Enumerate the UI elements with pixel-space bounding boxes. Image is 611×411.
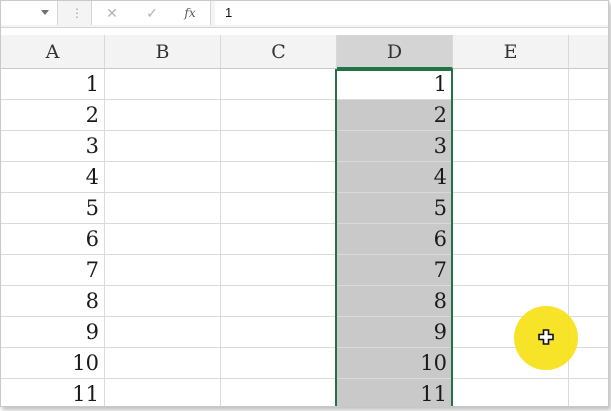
cell-c7[interactable] (221, 255, 337, 286)
cell-f11[interactable] (569, 379, 608, 406)
formula-buttons: ✕ ✓ fx (91, 1, 211, 25)
cell-b7[interactable] (105, 255, 221, 286)
cell-f5[interactable] (569, 193, 608, 224)
cell-e5[interactable] (453, 193, 569, 224)
cell-b3[interactable] (105, 131, 221, 162)
cell-c11[interactable] (221, 379, 337, 406)
column-header-b[interactable]: B (105, 35, 221, 69)
cell-e3[interactable] (453, 131, 569, 162)
cell-d3[interactable]: 3 (337, 131, 453, 162)
column-header-a[interactable]: A (1, 35, 105, 69)
insert-function-icon[interactable]: fx (180, 4, 200, 22)
cancel-icon[interactable]: ✕ (102, 4, 122, 22)
cell-f3[interactable] (569, 131, 608, 162)
cell-b9[interactable] (105, 317, 221, 348)
cell-d8[interactable]: 8 (337, 286, 453, 317)
cell-c8[interactable] (221, 286, 337, 317)
cell-b5[interactable] (105, 193, 221, 224)
cell-e1[interactable] (453, 69, 569, 100)
name-box[interactable] (1, 1, 58, 25)
cell-b8[interactable] (105, 286, 221, 317)
check-icon[interactable]: ✓ (142, 4, 162, 22)
cell-c9[interactable] (221, 317, 337, 348)
chevron-down-icon[interactable] (41, 10, 49, 15)
spreadsheet-window: ⋮ ✕ ✓ fx 1 A B C D E 1 1 2 2 3 3 4 4 5 5 6 6 7 7 8 8 9 9 10 10 11… (0, 0, 609, 407)
column-header-next[interactable] (569, 35, 608, 69)
cell-f2[interactable] (569, 100, 608, 131)
cell-a2[interactable]: 2 (1, 100, 105, 131)
column-header-c[interactable]: C (221, 35, 337, 69)
formula-bar-grip-icon: ⋮ (71, 6, 83, 20)
cell-d10[interactable]: 10 (337, 348, 453, 379)
cell-c2[interactable] (221, 100, 337, 131)
column-header-d[interactable]: D (337, 35, 453, 69)
cell-e2[interactable] (453, 100, 569, 131)
cell-c5[interactable] (221, 193, 337, 224)
cell-d4[interactable]: 4 (337, 162, 453, 193)
cell-a3[interactable]: 3 (1, 131, 105, 162)
cell-a9[interactable]: 9 (1, 317, 105, 348)
cell-b11[interactable] (105, 379, 221, 406)
cell-f4[interactable] (569, 162, 608, 193)
cell-f10[interactable] (569, 348, 608, 379)
cell-b2[interactable] (105, 100, 221, 131)
cell-d1[interactable]: 1 (337, 69, 453, 100)
cell-d9[interactable]: 9 (337, 317, 453, 348)
cell-a11[interactable]: 11 (1, 379, 105, 406)
cell-d5[interactable]: 5 (337, 193, 453, 224)
cell-f7[interactable] (569, 255, 608, 286)
cell-c1[interactable] (221, 69, 337, 100)
cell-e7[interactable] (453, 255, 569, 286)
cell-d6[interactable]: 6 (337, 224, 453, 255)
cell-e6[interactable] (453, 224, 569, 255)
cell-c4[interactable] (221, 162, 337, 193)
cell-f6[interactable] (569, 224, 608, 255)
cell-b4[interactable] (105, 162, 221, 193)
cell-a5[interactable]: 5 (1, 193, 105, 224)
cell-c3[interactable] (221, 131, 337, 162)
cell-d2[interactable]: 2 (337, 100, 453, 131)
cell-select-cross-icon (538, 329, 554, 345)
cell-a6[interactable]: 6 (1, 224, 105, 255)
column-header-e[interactable]: E (453, 35, 569, 69)
cell-e11[interactable] (453, 379, 569, 406)
cell-a4[interactable]: 4 (1, 162, 105, 193)
cell-a10[interactable]: 10 (1, 348, 105, 379)
cell-a8[interactable]: 8 (1, 286, 105, 317)
cell-b1[interactable] (105, 69, 221, 100)
formula-bar: ⋮ ✕ ✓ fx 1 (1, 1, 608, 28)
cell-d11[interactable]: 11 (337, 379, 453, 406)
cell-f1[interactable] (569, 69, 608, 100)
cell-b10[interactable] (105, 348, 221, 379)
formula-input[interactable]: 1 (215, 1, 608, 25)
cell-c6[interactable] (221, 224, 337, 255)
cell-a7[interactable]: 7 (1, 255, 105, 286)
cell-e4[interactable] (453, 162, 569, 193)
cell-c10[interactable] (221, 348, 337, 379)
cell-f8[interactable] (569, 286, 608, 317)
cell-a1[interactable]: 1 (1, 69, 105, 100)
cell-b6[interactable] (105, 224, 221, 255)
cell-d7[interactable]: 7 (337, 255, 453, 286)
